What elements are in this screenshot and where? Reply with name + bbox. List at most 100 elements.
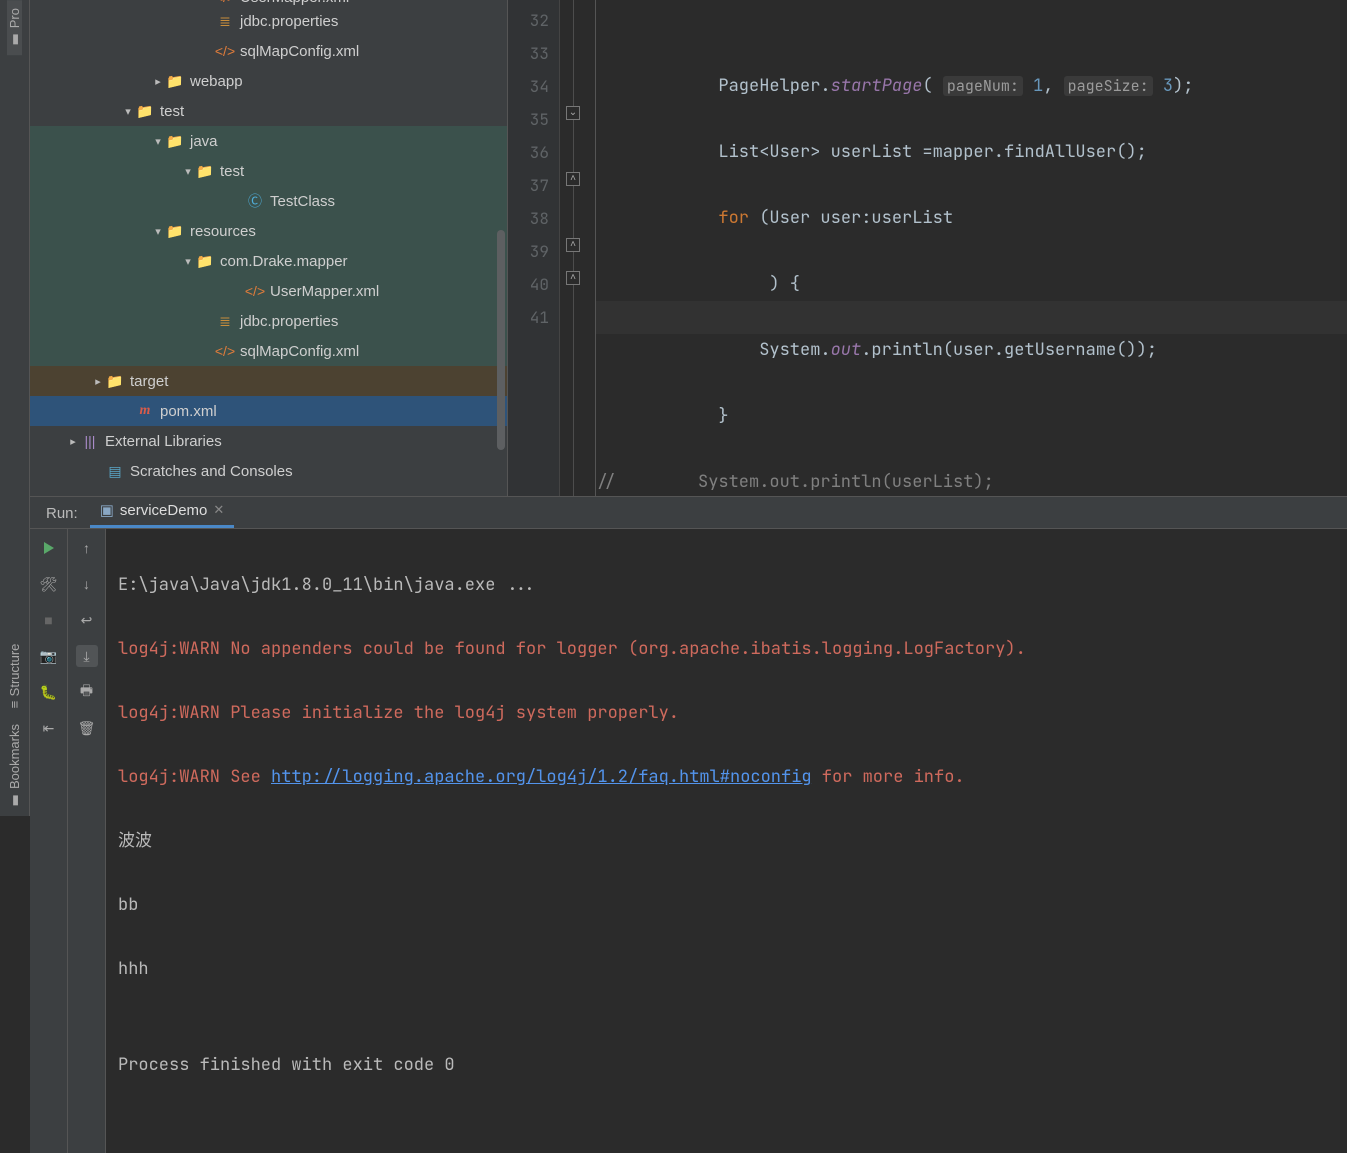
tree-node[interactable]: ▸|||External Libraries xyxy=(30,426,507,456)
tree-node[interactable]: ▸📁target xyxy=(30,366,507,396)
tree-node[interactable]: m pom.xml xyxy=(30,396,507,426)
code-area[interactable]: PageHelper.startPage( pageNum: 1, pageSi… xyxy=(596,0,1347,496)
chevron-down-icon[interactable]: ▾ xyxy=(120,103,136,119)
print-icon[interactable]: 🖶 xyxy=(76,681,98,703)
trash-icon[interactable]: 🗑 xyxy=(76,717,98,739)
run-tab[interactable]: ▣ serviceDemo ✕ xyxy=(90,497,235,528)
fold-marker-icon[interactable]: ˄ xyxy=(566,172,580,186)
chevron-placeholder xyxy=(120,403,136,419)
tree-label: UserMapper.xml xyxy=(270,283,379,300)
tree-label: webapp xyxy=(190,73,243,90)
console-line: Process finished with exit code 0 xyxy=(118,1049,1335,1081)
xml-icon: </> xyxy=(216,42,234,60)
bookmark-icon: ▮ xyxy=(7,793,22,808)
tree-node[interactable]: ▾📁java xyxy=(30,126,507,156)
tree-label: sqlMapConfig.xml xyxy=(240,343,359,360)
class-icon: Ⓒ xyxy=(246,192,264,210)
tree-label: pom.xml xyxy=(160,403,217,420)
tree-node[interactable]: ▸📁 webapp xyxy=(30,66,507,96)
chevron-right-icon[interactable]: ▸ xyxy=(150,73,166,89)
tree-label: jdbc.properties xyxy=(240,313,338,330)
fold-marker-icon[interactable]: ⌄ xyxy=(566,106,580,120)
chevron-down-icon[interactable]: ▾ xyxy=(180,163,196,179)
console-line: log4j:WARN See http://logging.apache.org… xyxy=(118,761,1335,793)
console-line: hhh xyxy=(118,953,1335,985)
project-tree[interactable]: </> UserMapper.xml ≣ jdbc.properties </> sqlM… xyxy=(30,0,508,496)
chevron-placeholder xyxy=(200,0,216,6)
chevron-down-icon[interactable]: ▾ xyxy=(150,223,166,239)
chevron-right-icon[interactable]: ▸ xyxy=(65,433,81,449)
fold-marker-icon[interactable]: ˄ xyxy=(566,271,580,285)
log4j-faq-link[interactable]: http://logging.apache.org/log4j/1.2/faq.… xyxy=(271,766,812,788)
tree-label: test xyxy=(160,103,184,120)
maven-icon: m xyxy=(136,402,154,420)
bookmarks-tool-button[interactable]: ▮ Bookmarks xyxy=(7,716,22,816)
tree-node[interactable]: ▾📁com.Drake.mapper xyxy=(30,246,507,276)
tree-node[interactable]: ≣jdbc.properties xyxy=(30,6,507,36)
tree-label: TestClass xyxy=(270,193,335,210)
console-line: 波波 xyxy=(118,825,1335,857)
bug-icon[interactable]: 🐛 xyxy=(38,681,60,703)
folder-icon: 📁 xyxy=(136,102,154,120)
tree-node[interactable]: </> UserMapper.xml xyxy=(30,276,507,306)
console-line: log4j:WARN No appenders could be found f… xyxy=(118,633,1335,665)
console-line: E:\java\Java\jdk1.8.0_11\bin\java.exe ..… xyxy=(118,569,1335,601)
camera-icon[interactable]: 📷 xyxy=(38,645,60,667)
run-toolbar-primary: 🛠 ■ 📷 🐛 ⇤ xyxy=(30,529,68,1153)
tree-label: test xyxy=(220,163,244,180)
chevron-down-icon[interactable]: ▾ xyxy=(150,133,166,149)
rerun-button[interactable] xyxy=(38,537,60,559)
tree-label: UserMapper.xml xyxy=(240,0,349,6)
tree-node[interactable]: ≣ jdbc.properties xyxy=(30,306,507,336)
structure-tool-button[interactable]: ≡ Structure xyxy=(7,636,22,716)
prop-icon: ≣ xyxy=(216,12,234,30)
chevron-placeholder xyxy=(200,43,216,59)
tree-node[interactable]: </> sqlMapConfig.xml xyxy=(30,36,507,66)
tree-node[interactable]: Ⓒ TestClass xyxy=(30,186,507,216)
prop-icon: ≣ xyxy=(216,312,234,330)
chevron-placeholder xyxy=(200,313,216,329)
wrench-icon[interactable]: 🛠 xyxy=(38,573,60,595)
chevron-placeholder xyxy=(200,13,216,29)
down-arrow-icon[interactable]: ↓ xyxy=(76,573,98,595)
tree-node[interactable]: ▾📁 test xyxy=(30,96,507,126)
left-tool-strip: ▮ Pro ≡ Structure ▮ Bookmarks xyxy=(0,0,30,816)
project-tool-button[interactable]: ▮ Pro xyxy=(7,0,22,55)
stop-button[interactable]: ■ xyxy=(38,609,60,631)
tree-node[interactable]: </>sqlMapConfig.xml xyxy=(30,336,507,366)
up-arrow-icon[interactable]: ↑ xyxy=(76,537,98,559)
scrollbar-thumb[interactable] xyxy=(497,230,505,450)
chevron-right-icon[interactable]: ▸ xyxy=(90,373,106,389)
code-editor[interactable]: 32 33 34 35 36 37 38 39 40 41 ⌄ ˄ ˄ ˄ Pa… xyxy=(508,0,1347,496)
folder-web-icon: 📁 xyxy=(166,72,184,90)
console-line: log4j:WARN Please initialize the log4j s… xyxy=(118,697,1335,729)
terminal-icon: ▣ xyxy=(100,501,114,519)
run-tab-label: serviceDemo xyxy=(120,502,208,519)
fold-gutter[interactable]: ⌄ ˄ ˄ ˄ xyxy=(560,0,596,496)
folder-icon: ▮ xyxy=(7,32,22,47)
run-tool-window: Run: ▣ serviceDemo ✕ 🛠 ■ 📷 🐛 ⇤ xyxy=(30,496,1347,816)
param-hint: pageSize: xyxy=(1064,76,1153,96)
scroll-to-end-icon[interactable]: ⤓ xyxy=(76,645,98,667)
chevron-placeholder xyxy=(90,463,106,479)
tree-node[interactable]: ▾📁 resources xyxy=(30,216,507,246)
close-icon[interactable]: ✕ xyxy=(213,502,224,518)
run-output[interactable]: E:\java\Java\jdk1.8.0_11\bin\java.exe ..… xyxy=(106,529,1347,1153)
folder-icon: 📁 xyxy=(196,162,214,180)
console-line: bb xyxy=(118,889,1335,921)
lib-icon: ||| xyxy=(81,432,99,450)
tree-label: com.Drake.mapper xyxy=(220,253,348,270)
exit-icon[interactable]: ⇤ xyxy=(38,717,60,739)
soft-wrap-icon[interactable]: ↩ xyxy=(76,609,98,631)
chevron-down-icon[interactable]: ▾ xyxy=(180,253,196,269)
tree-label: resources xyxy=(190,223,256,240)
fold-marker-icon[interactable]: ˄ xyxy=(566,238,580,252)
tree-label: java xyxy=(190,133,218,150)
tree-label: sqlMapConfig.xml xyxy=(240,43,359,60)
xml-icon: </> xyxy=(246,282,264,300)
tree-node[interactable]: ▤Scratches and Consoles xyxy=(30,456,507,486)
chevron-placeholder xyxy=(230,193,246,209)
folder-res-icon: 📁 xyxy=(166,222,184,240)
tree-node[interactable]: ▾📁 test xyxy=(30,156,507,186)
xml-icon: </> xyxy=(216,0,234,6)
